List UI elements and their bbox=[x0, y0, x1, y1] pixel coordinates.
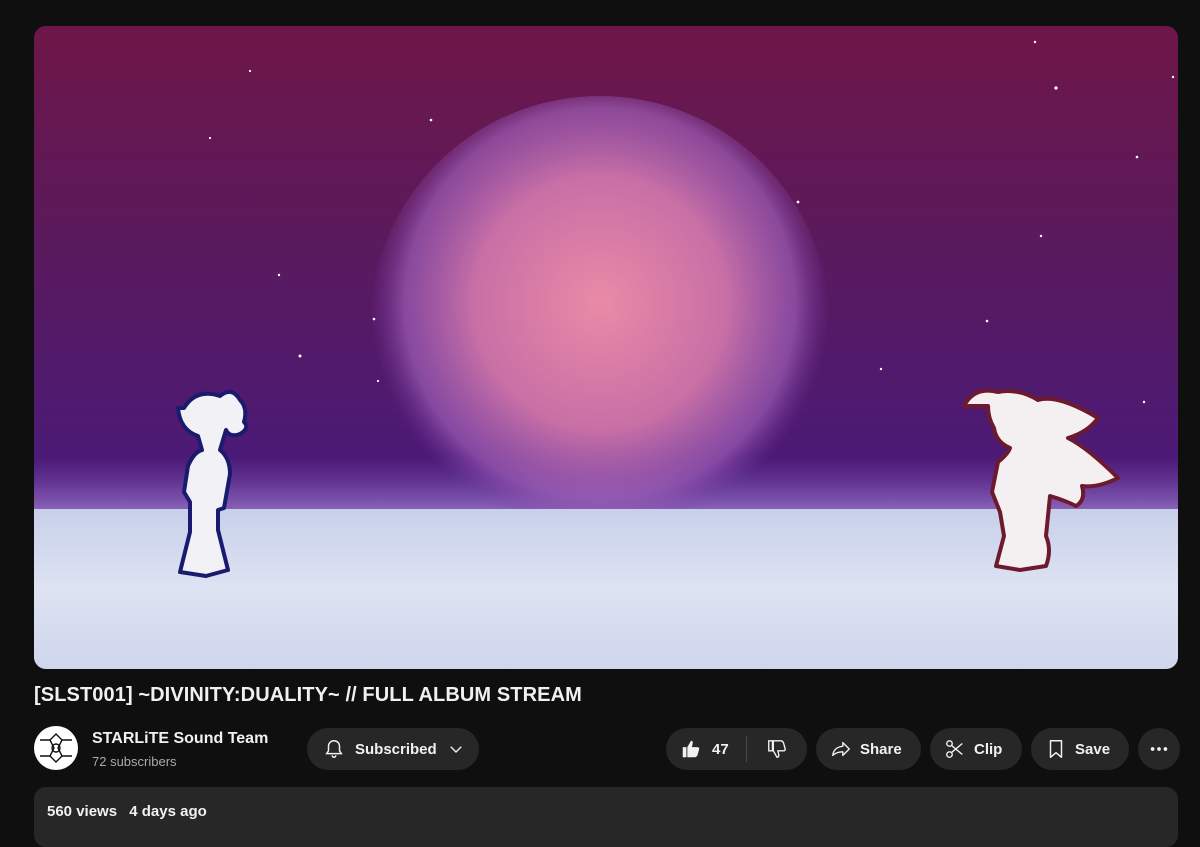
video-frame bbox=[34, 26, 1178, 669]
like-dislike-group: 47 bbox=[666, 728, 807, 770]
description-box[interactable]: 560 views 4 days ago bbox=[34, 787, 1178, 847]
video-player[interactable] bbox=[34, 26, 1178, 669]
upload-date: 4 days ago bbox=[129, 803, 207, 820]
scissors-icon bbox=[944, 738, 966, 760]
more-actions-button[interactable] bbox=[1138, 728, 1180, 770]
chevron-down-icon bbox=[447, 740, 465, 758]
subscriber-count: 72 subscribers bbox=[92, 754, 177, 769]
subscribed-label: Subscribed bbox=[355, 740, 437, 758]
view-count: 560 views bbox=[47, 803, 118, 820]
owner-row: STARLiTE Sound Team 72 subscribers Subsc… bbox=[34, 726, 1184, 772]
channel-avatar[interactable] bbox=[34, 726, 78, 770]
save-button[interactable]: Save bbox=[1031, 728, 1129, 770]
channel-name[interactable]: STARLiTE Sound Team bbox=[92, 730, 268, 748]
thumbs-down-icon bbox=[766, 738, 788, 760]
clip-button[interactable]: Clip bbox=[930, 728, 1022, 770]
clip-label: Clip bbox=[974, 740, 1003, 758]
share-icon bbox=[830, 738, 852, 760]
starlite-logo-icon bbox=[35, 727, 77, 769]
bookmark-icon bbox=[1045, 738, 1067, 760]
subscribed-button[interactable]: Subscribed bbox=[307, 728, 479, 770]
bell-icon bbox=[323, 738, 345, 760]
video-title: [SLST001] ~DIVINITY:DUALITY~ // FULL ALB… bbox=[34, 684, 582, 706]
dislike-button[interactable] bbox=[747, 728, 807, 770]
thumbs-up-icon bbox=[680, 738, 702, 760]
more-horizontal-icon bbox=[1148, 738, 1170, 760]
video-meta: 560 views 4 days ago bbox=[47, 803, 207, 820]
like-button[interactable]: 47 bbox=[666, 728, 746, 770]
save-label: Save bbox=[1075, 740, 1111, 758]
like-count: 47 bbox=[712, 740, 729, 758]
share-button[interactable]: Share bbox=[816, 728, 921, 770]
share-label: Share bbox=[860, 740, 902, 758]
